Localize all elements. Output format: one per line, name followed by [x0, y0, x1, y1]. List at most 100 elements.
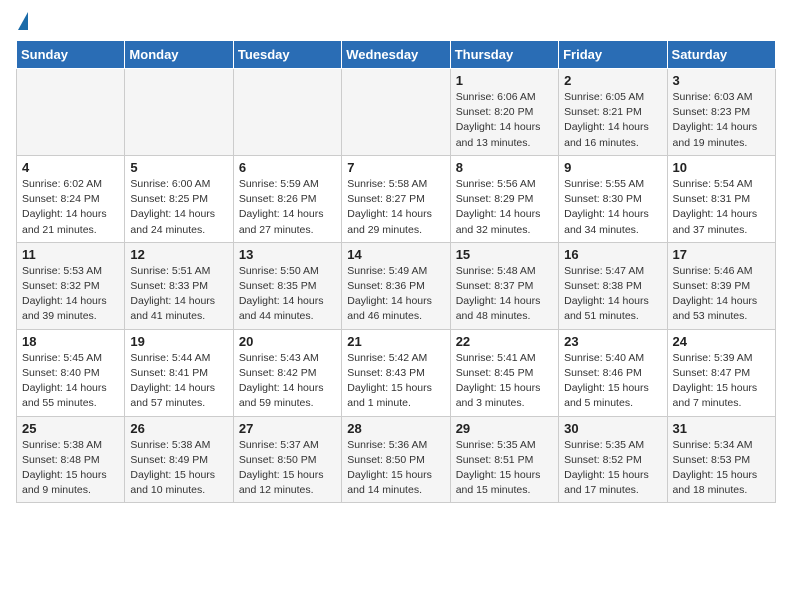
- calendar-cell: 5 Sunrise: 6:00 AMSunset: 8:25 PMDaylight…: [125, 155, 233, 242]
- page-header: [16, 16, 776, 30]
- col-header-wednesday: Wednesday: [342, 41, 450, 69]
- day-info: Sunrise: 5:42 AMSunset: 8:43 PMDaylight:…: [347, 351, 444, 412]
- calendar-cell: 4Sunrise: 6:02 AMSunset: 8:24 PMDaylight…: [17, 155, 125, 242]
- day-number: 20: [239, 334, 336, 349]
- calendar-cell: 27 Sunrise: 5:37 AMSunset: 8:50 PMDayligh…: [233, 416, 341, 503]
- calendar-header-row: SundayMondayTuesdayWednesdayThursdayFrid…: [17, 41, 776, 69]
- day-number: 16: [564, 247, 661, 262]
- day-number: 8: [456, 160, 553, 175]
- day-info: Sunrise: 5:43 AMSunset: 8:42 PMDaylight:…: [239, 351, 336, 412]
- day-number: 6: [239, 160, 336, 175]
- day-info: Sunrise: 5:38 AMSunset: 8:49 PMDaylight:…: [130, 438, 227, 499]
- day-number: 11: [22, 247, 119, 262]
- col-header-sunday: Sunday: [17, 41, 125, 69]
- day-number: 9: [564, 160, 661, 175]
- calendar-cell: 2 Sunrise: 6:05 AMSunset: 8:21 PMDaylight…: [559, 69, 667, 156]
- day-info: Sunrise: 5:45 AMSunset: 8:40 PMDaylight:…: [22, 351, 119, 412]
- calendar-cell: 13 Sunrise: 5:50 AMSunset: 8:35 PMDayligh…: [233, 242, 341, 329]
- day-number: 4: [22, 160, 119, 175]
- calendar-cell: [233, 69, 341, 156]
- calendar-cell: 7 Sunrise: 5:58 AMSunset: 8:27 PMDaylight…: [342, 155, 450, 242]
- col-header-tuesday: Tuesday: [233, 41, 341, 69]
- day-info: Sunrise: 5:39 AMSunset: 8:47 PMDaylight:…: [673, 351, 770, 412]
- calendar-cell: 17Sunrise: 5:46 AMSunset: 8:39 PMDayligh…: [667, 242, 775, 329]
- calendar-cell: 10 Sunrise: 5:54 AMSunset: 8:31 PMDayligh…: [667, 155, 775, 242]
- day-number: 30: [564, 421, 661, 436]
- day-number: 1: [456, 73, 553, 88]
- day-info: Sunrise: 5:50 AMSunset: 8:35 PMDaylight:…: [239, 264, 336, 325]
- calendar-cell: 22 Sunrise: 5:41 AMSunset: 8:45 PMDayligh…: [450, 329, 558, 416]
- day-number: 28: [347, 421, 444, 436]
- calendar-cell: 19Sunrise: 5:44 AMSunset: 8:41 PMDayligh…: [125, 329, 233, 416]
- day-info: Sunrise: 6:06 AMSunset: 8:20 PMDaylight:…: [456, 90, 553, 151]
- calendar-cell: [342, 69, 450, 156]
- day-info: Sunrise: 6:00 AMSunset: 8:25 PMDaylight:…: [130, 177, 227, 238]
- calendar-week-row: 4Sunrise: 6:02 AMSunset: 8:24 PMDaylight…: [17, 155, 776, 242]
- day-number: 14: [347, 247, 444, 262]
- calendar-cell: 26 Sunrise: 5:38 AMSunset: 8:49 PMDayligh…: [125, 416, 233, 503]
- day-number: 10: [673, 160, 770, 175]
- day-info: Sunrise: 5:56 AMSunset: 8:29 PMDaylight:…: [456, 177, 553, 238]
- calendar-cell: 15Sunrise: 5:48 AMSunset: 8:37 PMDayligh…: [450, 242, 558, 329]
- calendar-cell: 29Sunrise: 5:35 AMSunset: 8:51 PMDayligh…: [450, 416, 558, 503]
- calendar-week-row: 18 Sunrise: 5:45 AMSunset: 8:40 PMDayligh…: [17, 329, 776, 416]
- day-number: 5: [130, 160, 227, 175]
- calendar-cell: 21 Sunrise: 5:42 AMSunset: 8:43 PMDayligh…: [342, 329, 450, 416]
- day-number: 2: [564, 73, 661, 88]
- calendar-cell: 25 Sunrise: 5:38 AMSunset: 8:48 PMDayligh…: [17, 416, 125, 503]
- calendar-cell: 24 Sunrise: 5:39 AMSunset: 8:47 PMDayligh…: [667, 329, 775, 416]
- day-number: 18: [22, 334, 119, 349]
- col-header-friday: Friday: [559, 41, 667, 69]
- day-number: 29: [456, 421, 553, 436]
- calendar-cell: 20 Sunrise: 5:43 AMSunset: 8:42 PMDayligh…: [233, 329, 341, 416]
- calendar-table: SundayMondayTuesdayWednesdayThursdayFrid…: [16, 40, 776, 503]
- day-info: Sunrise: 6:05 AMSunset: 8:21 PMDaylight:…: [564, 90, 661, 151]
- day-number: 3: [673, 73, 770, 88]
- day-info: Sunrise: 5:38 AMSunset: 8:48 PMDaylight:…: [22, 438, 119, 499]
- day-info: Sunrise: 5:35 AMSunset: 8:52 PMDaylight:…: [564, 438, 661, 499]
- calendar-cell: 18 Sunrise: 5:45 AMSunset: 8:40 PMDayligh…: [17, 329, 125, 416]
- day-number: 17: [673, 247, 770, 262]
- calendar-week-row: 25 Sunrise: 5:38 AMSunset: 8:48 PMDayligh…: [17, 416, 776, 503]
- calendar-cell: 1 Sunrise: 6:06 AMSunset: 8:20 PMDaylight…: [450, 69, 558, 156]
- col-header-saturday: Saturday: [667, 41, 775, 69]
- day-info: Sunrise: 5:53 AMSunset: 8:32 PMDaylight:…: [22, 264, 119, 325]
- day-info: Sunrise: 5:34 AMSunset: 8:53 PMDaylight:…: [673, 438, 770, 499]
- calendar-cell: 8 Sunrise: 5:56 AMSunset: 8:29 PMDaylight…: [450, 155, 558, 242]
- calendar-cell: 31Sunrise: 5:34 AMSunset: 8:53 PMDayligh…: [667, 416, 775, 503]
- day-number: 19: [130, 334, 227, 349]
- day-info: Sunrise: 5:58 AMSunset: 8:27 PMDaylight:…: [347, 177, 444, 238]
- col-header-thursday: Thursday: [450, 41, 558, 69]
- calendar-cell: 23 Sunrise: 5:40 AMSunset: 8:46 PMDayligh…: [559, 329, 667, 416]
- day-info: Sunrise: 5:59 AMSunset: 8:26 PMDaylight:…: [239, 177, 336, 238]
- day-info: Sunrise: 5:40 AMSunset: 8:46 PMDaylight:…: [564, 351, 661, 412]
- day-number: 27: [239, 421, 336, 436]
- calendar-cell: 9 Sunrise: 5:55 AMSunset: 8:30 PMDaylight…: [559, 155, 667, 242]
- calendar-cell: 11 Sunrise: 5:53 AMSunset: 8:32 PMDayligh…: [17, 242, 125, 329]
- day-number: 24: [673, 334, 770, 349]
- calendar-cell: [17, 69, 125, 156]
- day-number: 23: [564, 334, 661, 349]
- day-info: Sunrise: 5:47 AMSunset: 8:38 PMDaylight:…: [564, 264, 661, 325]
- calendar-week-row: 1 Sunrise: 6:06 AMSunset: 8:20 PMDaylight…: [17, 69, 776, 156]
- day-info: Sunrise: 6:03 AMSunset: 8:23 PMDaylight:…: [673, 90, 770, 151]
- calendar-cell: 30 Sunrise: 5:35 AMSunset: 8:52 PMDayligh…: [559, 416, 667, 503]
- day-number: 7: [347, 160, 444, 175]
- logo-triangle-icon: [18, 12, 28, 30]
- calendar-week-row: 11 Sunrise: 5:53 AMSunset: 8:32 PMDayligh…: [17, 242, 776, 329]
- day-number: 22: [456, 334, 553, 349]
- day-info: Sunrise: 5:41 AMSunset: 8:45 PMDaylight:…: [456, 351, 553, 412]
- calendar-cell: 16 Sunrise: 5:47 AMSunset: 8:38 PMDayligh…: [559, 242, 667, 329]
- day-number: 26: [130, 421, 227, 436]
- day-info: Sunrise: 5:37 AMSunset: 8:50 PMDaylight:…: [239, 438, 336, 499]
- day-number: 25: [22, 421, 119, 436]
- calendar-cell: 6 Sunrise: 5:59 AMSunset: 8:26 PMDaylight…: [233, 155, 341, 242]
- calendar-cell: 3 Sunrise: 6:03 AMSunset: 8:23 PMDaylight…: [667, 69, 775, 156]
- day-info: Sunrise: 5:54 AMSunset: 8:31 PMDaylight:…: [673, 177, 770, 238]
- calendar-cell: [125, 69, 233, 156]
- day-number: 21: [347, 334, 444, 349]
- day-info: Sunrise: 5:55 AMSunset: 8:30 PMDaylight:…: [564, 177, 661, 238]
- calendar-cell: 28Sunrise: 5:36 AMSunset: 8:50 PMDayligh…: [342, 416, 450, 503]
- day-info: Sunrise: 5:49 AMSunset: 8:36 PMDaylight:…: [347, 264, 444, 325]
- day-number: 13: [239, 247, 336, 262]
